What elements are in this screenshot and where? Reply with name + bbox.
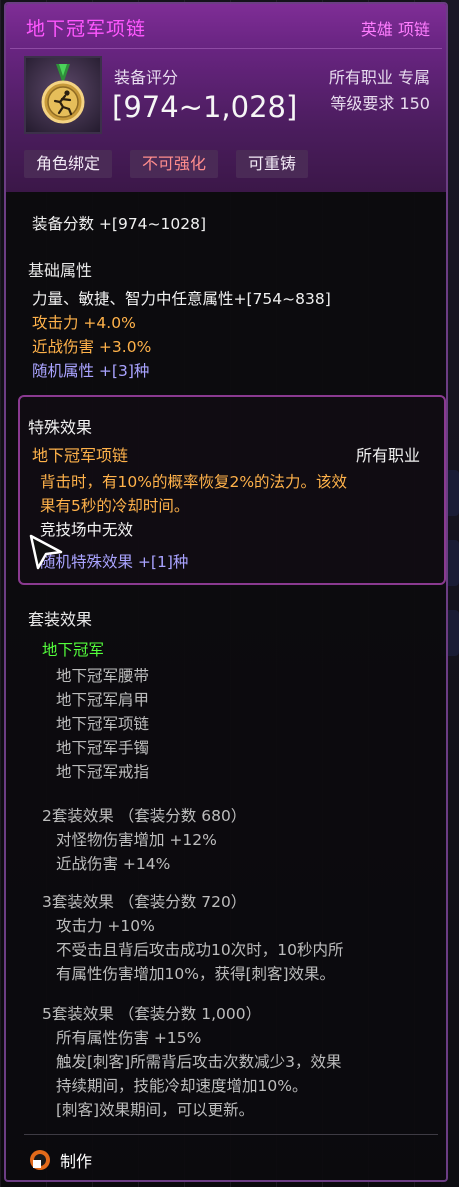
set-piece: 地下冠军项链: [56, 715, 150, 733]
item-rarity: 英雄 项链: [360, 20, 430, 39]
tag-no-enhance: 不可强化: [130, 150, 219, 178]
set-bonus-line: 攻击力 +10%: [56, 917, 155, 935]
set-bonus-line: 不受击且背后攻击成功10次时，10秒内所: [56, 941, 344, 959]
special-title: 特殊效果: [28, 418, 93, 437]
item-icon-frame: [24, 56, 102, 134]
footer-divider: [24, 1134, 438, 1135]
set-bonus-line: 持续期间，技能冷却速度增加10%。: [56, 1077, 308, 1095]
set-bonus-header: 5套装效果 （套装分数 1,000）: [42, 1005, 262, 1023]
base-attr-line: 攻击力 +4.0%: [32, 314, 136, 332]
score-label: 装备评分: [114, 68, 179, 87]
set-name: 地下冠军: [42, 641, 105, 659]
set-bonus-line: 对怪物伤害增加 +12%: [56, 831, 217, 849]
set-bonus-line: 触发[刺客]所需背后攻击次数减少3，效果: [56, 1053, 342, 1071]
base-attr-title: 基础属性: [28, 261, 93, 280]
set-piece: 地下冠军腰带: [56, 667, 150, 685]
set-bonus-header: 3套装效果 （套装分数 720）: [42, 893, 247, 911]
set-bonus-header: 2套装效果 （套装分数 680）: [42, 807, 247, 825]
header-divider: [10, 48, 442, 49]
special-name: 地下冠军项链: [32, 446, 129, 465]
set-piece: 地下冠军肩甲: [56, 691, 150, 709]
set-piece: 地下冠军手镯: [56, 739, 150, 757]
special-desc: 背击时，有10%的概率恢复2%的法力。该效: [40, 473, 348, 491]
tag-bound: 角色绑定: [24, 150, 113, 178]
gold-medal-runner-icon: [41, 64, 85, 124]
set-bonus-line: 所有属性伤害 +15%: [56, 1029, 202, 1047]
base-attr-line: 随机属性 +[3]种: [32, 362, 150, 380]
base-attr-line: 近战伤害 +3.0%: [32, 338, 152, 356]
mouse-cursor-icon: [29, 534, 63, 570]
set-bonus-line: 近战伤害 +14%: [56, 855, 171, 873]
item-level-req: 等级要求 150: [330, 94, 430, 113]
special-job: 所有职业: [355, 446, 420, 465]
set-title: 套装效果: [28, 610, 93, 629]
score-value: [974~1,028]: [112, 90, 298, 124]
item-title: 地下冠军项链: [26, 18, 147, 40]
craft-button[interactable]: 制作: [60, 1148, 92, 1172]
tag-reforgeable: 可重铸: [236, 150, 309, 178]
set-bonus-line: [刺客]效果期间，可以更新。: [56, 1101, 255, 1119]
set-piece: 地下冠军戒指: [56, 763, 150, 781]
special-desc: 果有5秒的冷却时间。: [40, 497, 190, 515]
tooltip-header: 地下冠军项链 英雄 项链 装备评分 [974~1,028] 所有职业 专属 等级…: [6, 4, 446, 192]
item-job: 所有职业 专属: [328, 68, 430, 87]
equip-score: 装备分数 +[974~1028]: [32, 215, 207, 233]
set-bonus-line: 有属性伤害增加10%，获得[刺客]效果。: [56, 965, 336, 983]
base-attr-line: 力量、敏捷、智力中任意属性+[754~838]: [32, 290, 331, 308]
craft-icon: [30, 1150, 50, 1170]
item-tooltip: 地下冠军项链 英雄 项链 装备评分 [974~1,028] 所有职业 专属 等级…: [4, 2, 448, 1182]
